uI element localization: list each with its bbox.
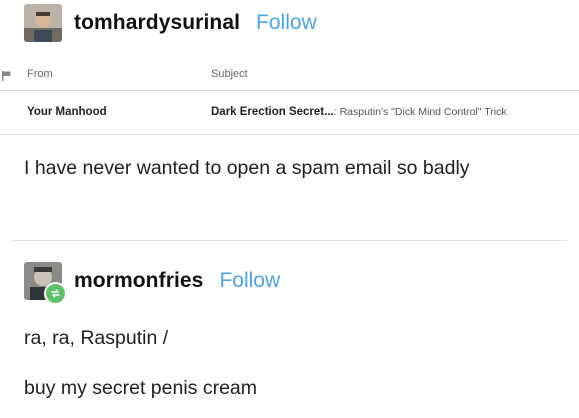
flag-icon — [2, 68, 12, 86]
post-divider — [12, 240, 567, 241]
post-header-1: tomhardysurinal Follow — [24, 4, 317, 42]
avatar-image-icon — [24, 4, 62, 42]
post-header-2: mormonfries Follow — [24, 262, 280, 305]
post-text-line-2: buy my secret penis cream — [24, 377, 258, 399]
email-subject-preview: : Rasputin's "Dick Mind Control" Trick — [333, 106, 507, 118]
follow-button[interactable]: Follow — [219, 269, 280, 293]
username[interactable]: tomhardysurinal — [74, 11, 240, 35]
reblog-icon — [44, 282, 67, 305]
subject-column-header[interactable]: Subject — [211, 68, 248, 80]
email-subject-bold: Dark Erection Secret... — [211, 106, 334, 118]
from-column-header[interactable]: From — [27, 68, 53, 80]
post-text-line-1: ra, ra, Rasputin / — [24, 327, 169, 349]
email-subject: Dark Erection Secret...: Rasputin's "Dic… — [211, 106, 507, 118]
table-row[interactable]: Your Manhood Dark Erection Secret...: Ra… — [0, 90, 579, 134]
follow-button[interactable]: Follow — [256, 11, 317, 35]
divider — [0, 134, 579, 135]
post-text: I have never wanted to open a spam email… — [24, 157, 470, 179]
avatar[interactable] — [24, 4, 62, 42]
email-sender: Your Manhood — [27, 106, 107, 118]
username[interactable]: mormonfries — [74, 269, 203, 293]
avatar[interactable] — [24, 262, 67, 305]
email-list: From Subject Your Manhood Dark Erection … — [0, 62, 579, 135]
